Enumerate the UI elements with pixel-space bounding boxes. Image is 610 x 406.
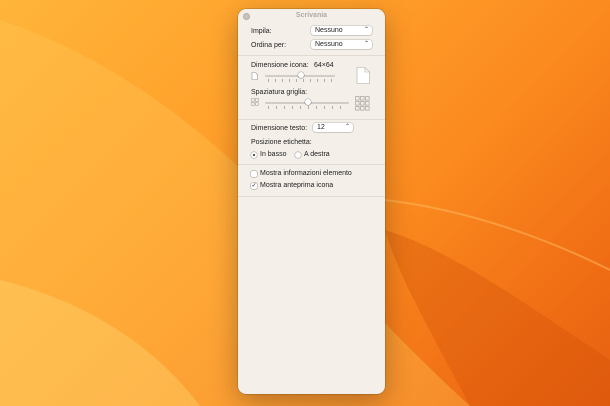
sort-value: Nessuno: [315, 41, 343, 48]
label-position-right-radio[interactable]: [295, 152, 301, 158]
window-title: Scrivania: [295, 12, 328, 19]
arrange-popup[interactable]: Nessuno ⌃: [311, 26, 372, 35]
grid-spacing-slider-knob[interactable]: [305, 99, 311, 105]
chevron-up-down-icon: ⌃: [344, 124, 350, 130]
large-grid-icon: [355, 96, 370, 111]
label-position-label: Posizione etichetta:: [251, 139, 312, 146]
separator: [238, 196, 385, 197]
grid-spacing-label: Spaziatura griglia:: [251, 89, 308, 96]
icon-size-label: Dimensione icona:: [251, 62, 309, 69]
sort-popup[interactable]: Nessuno ⌃: [311, 40, 372, 49]
arrange-label: Impila:: [251, 28, 272, 35]
label-position-right-label: A destra: [304, 151, 330, 158]
close-button[interactable]: [243, 13, 250, 20]
separator: [238, 55, 385, 56]
small-grid-icon: [251, 98, 259, 106]
title-bar: Scrivania: [238, 9, 385, 23]
label-position-bottom-radio[interactable]: [251, 152, 257, 158]
small-document-icon: [251, 72, 258, 80]
chevron-up-down-icon: ⌃: [363, 41, 369, 47]
separator: [238, 164, 385, 165]
desktop-view-options-window: Scrivania Impila: Nessuno ⌃ Ordina per: …: [238, 9, 385, 394]
chevron-up-down-icon: ⌃: [363, 27, 369, 33]
text-size-label: Dimensione testo:: [251, 125, 308, 132]
show-icon-preview-label: Mostra anteprima icona: [260, 182, 334, 189]
text-size-popup[interactable]: 12 ⌃: [313, 123, 353, 132]
label-position-bottom-label: In basso: [260, 151, 287, 158]
show-item-info-label: Mostra informazioni elemento: [260, 170, 352, 177]
show-item-info-checkbox[interactable]: [251, 171, 257, 177]
large-document-icon: [356, 67, 370, 84]
separator: [238, 119, 385, 120]
icon-size-value: 64×64: [314, 62, 334, 69]
icon-size-slider-knob[interactable]: [298, 72, 304, 78]
arrange-value: Nessuno: [315, 27, 343, 34]
show-icon-preview-checkbox[interactable]: ✓: [251, 183, 257, 189]
sort-label: Ordina per:: [251, 42, 287, 49]
text-size-value: 12: [317, 124, 325, 131]
